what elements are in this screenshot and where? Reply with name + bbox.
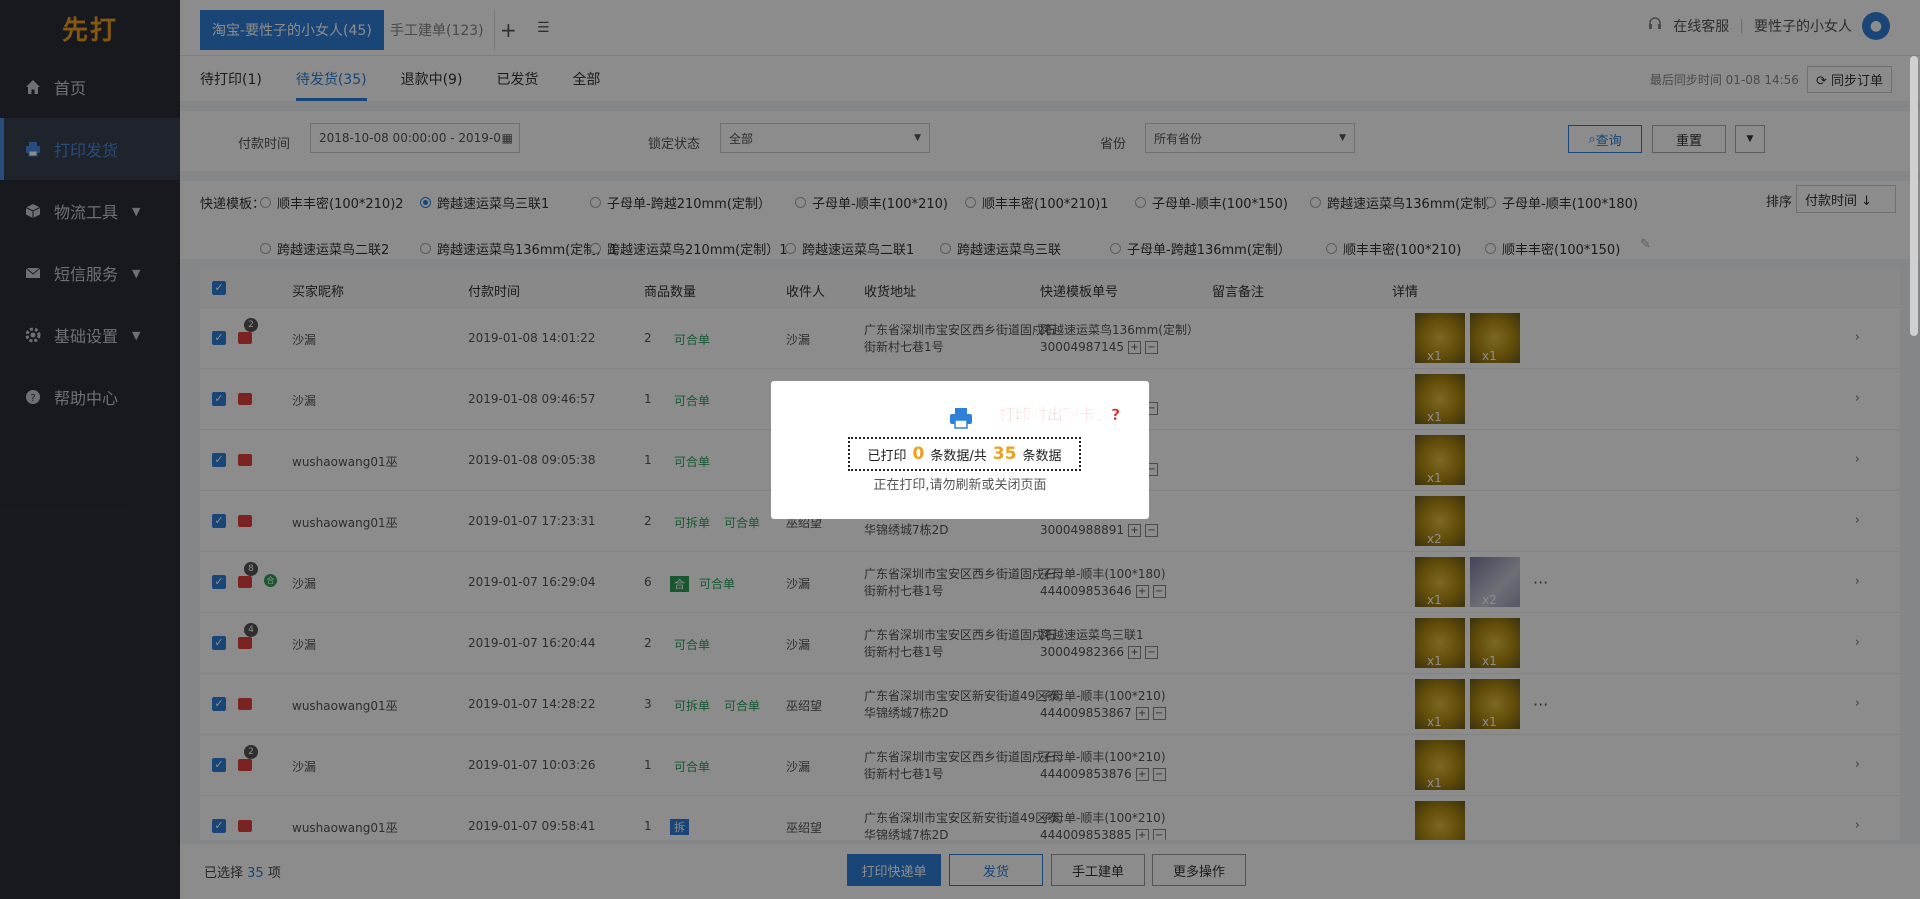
printed-suffix: 条数据	[1022, 448, 1062, 464]
print-progress-text: 已打印 0 条数据/共 35 条数据	[848, 437, 1081, 471]
total-count: 35	[992, 444, 1017, 464]
printing-lag-help-link[interactable]: 打印时出现卡顿?	[999, 401, 1121, 425]
printed-mid: 条数据/共	[930, 448, 987, 464]
printed-prefix: 已打印	[867, 448, 907, 464]
printed-count: 0	[912, 444, 925, 464]
page-scrollbar[interactable]	[1910, 56, 1918, 336]
printing-warning: 正在打印,请勿刷新或关闭页面	[873, 478, 1047, 493]
printer-icon	[949, 407, 973, 433]
print-progress-dialog: 打印时出现卡顿? 已打印 0 条数据/共 35 条数据 正在打印,请勿刷新或关闭…	[771, 381, 1149, 519]
